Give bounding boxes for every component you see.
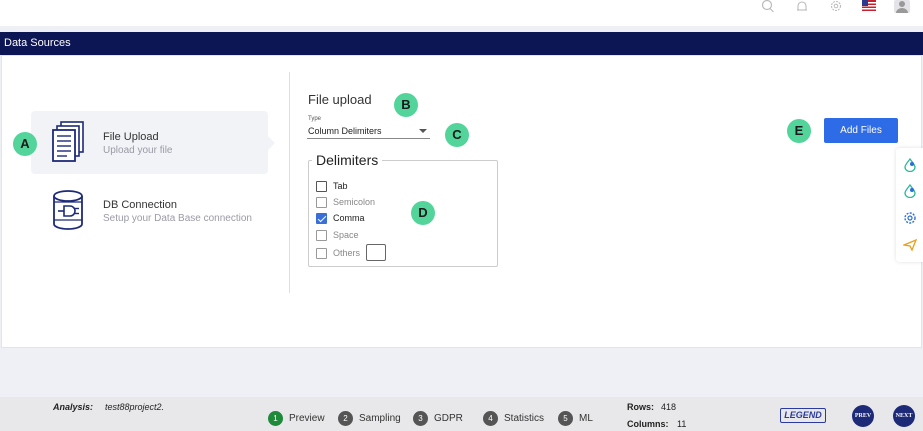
analysis-label: Analysis: [53, 402, 94, 412]
checkbox-label: Semicolon [333, 197, 376, 207]
columns-value: 11 [677, 419, 687, 429]
type-select-value: Column Delimiters [308, 126, 382, 136]
source-item-db-connection[interactable]: DB Connection Setup your Data Base conne… [31, 182, 268, 245]
type-label: Type [308, 116, 322, 122]
checkbox[interactable] [316, 230, 327, 241]
step-label: Preview [289, 413, 325, 424]
annotation-badge-d: D [411, 201, 435, 225]
user-avatar-icon[interactable] [894, 0, 910, 14]
step-number: 5 [558, 411, 573, 426]
step-number: 2 [338, 411, 353, 426]
annotation-badge-a: A [13, 132, 37, 156]
source-title: DB Connection [103, 199, 177, 211]
window-title-bar: Data Sources [0, 32, 923, 55]
next-button[interactable]: NEXT [893, 405, 915, 427]
side-toolbar [896, 148, 923, 262]
source-item-file-upload[interactable]: File Upload Upload your file [31, 111, 275, 174]
top-header [0, 0, 923, 26]
vertical-divider [289, 72, 290, 293]
checkbox-label: Tab [333, 181, 348, 191]
checkbox[interactable] [316, 197, 327, 208]
checkbox-label: Comma [333, 213, 365, 223]
document-stack-icon [52, 121, 84, 162]
us-flag-icon[interactable] [862, 0, 876, 14]
chevron-down-icon [419, 129, 427, 133]
step-label: Statistics [504, 413, 545, 424]
source-subtitle: Setup your Data Base connection [103, 213, 252, 224]
step-number: 4 [483, 411, 498, 426]
search-icon[interactable] [761, 0, 775, 14]
bell-icon[interactable] [795, 0, 809, 14]
step-number: 3 [413, 411, 428, 426]
add-files-button[interactable]: Add Files [824, 118, 898, 143]
section-title: File upload [308, 92, 372, 107]
gear-icon[interactable] [903, 211, 917, 225]
source-title: File Upload [103, 131, 159, 143]
checkbox-checked[interactable] [316, 213, 327, 224]
others-delimiter-input[interactable] [366, 244, 386, 261]
gear-icon[interactable] [829, 0, 843, 14]
step-number: 1 [268, 411, 283, 426]
database-connection-icon [53, 190, 83, 230]
send-icon[interactable] [903, 238, 917, 252]
paint-drop-icon[interactable] [903, 158, 917, 172]
legend-button[interactable]: LEGEND [780, 408, 826, 423]
paint-drop-icon[interactable] [903, 184, 917, 198]
annotation-badge-b: B [394, 93, 418, 117]
checkbox[interactable] [316, 248, 327, 259]
step-label: Sampling [359, 413, 401, 424]
source-subtitle: Upload your file [103, 145, 173, 156]
columns-label: Columns: [627, 419, 669, 429]
rows-value: 418 [661, 402, 677, 412]
checkbox[interactable] [316, 181, 327, 192]
annotation-badge-c: C [445, 123, 469, 147]
delimiters-title: Delimiters [312, 152, 383, 168]
step-label: GDPR [434, 413, 463, 424]
analysis-value: test88project2. [105, 402, 165, 412]
rows-label: Rows: [627, 402, 654, 412]
prev-button[interactable]: PREV [852, 405, 874, 427]
annotation-badge-e: E [787, 119, 811, 143]
step-label: ML [579, 413, 593, 424]
checkbox-label: Space [333, 230, 359, 240]
window-title: Data Sources [4, 37, 71, 49]
checkbox-label: Others [333, 248, 361, 258]
type-select[interactable]: Column Delimiters [307, 123, 430, 139]
